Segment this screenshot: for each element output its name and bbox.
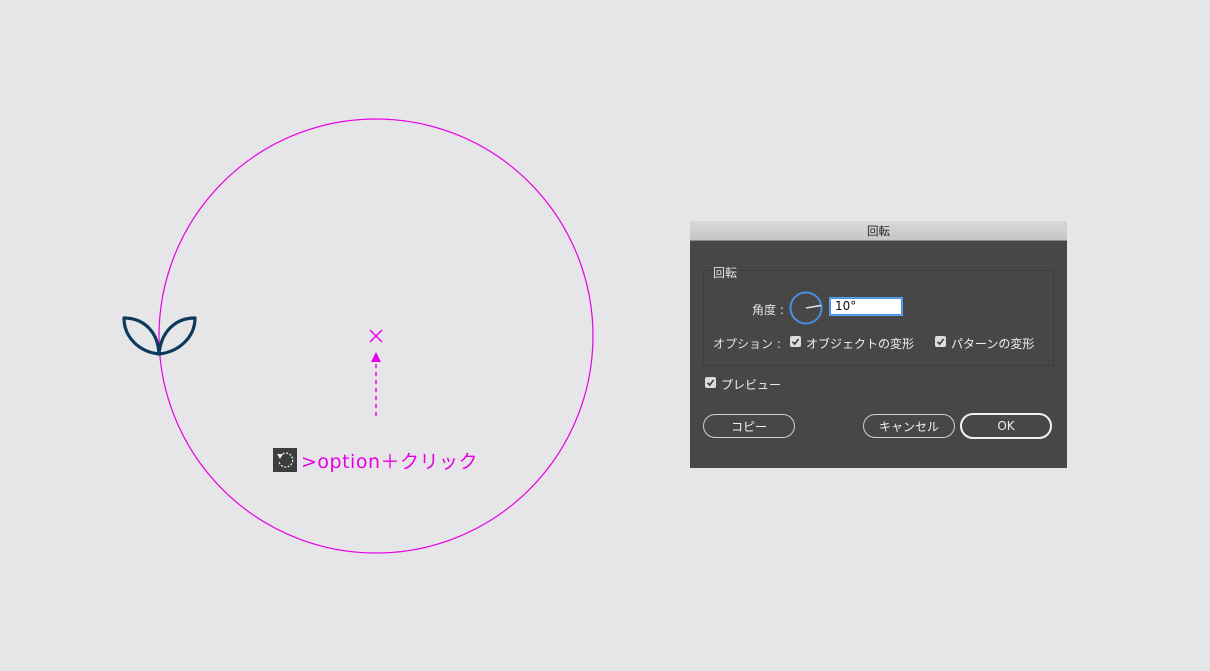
preview-label[interactable]: プレビュー xyxy=(721,376,781,393)
cancel-button[interactable]: キャンセル xyxy=(863,414,955,438)
hint-label: >option＋クリック xyxy=(273,447,478,473)
rotate-dialog: 回転 回転 角度 : 10° オプション : オブジェクトの変形 パターンの変形… xyxy=(690,221,1067,468)
transform-patterns-checkbox[interactable] xyxy=(935,336,946,347)
rotate-group-label: 回転 xyxy=(713,266,738,280)
dialog-title: 回転 xyxy=(867,223,890,238)
checkmark-icon xyxy=(936,338,945,346)
options-label: オプション : xyxy=(713,337,781,351)
ok-button[interactable]: OK xyxy=(960,413,1052,439)
dialog-titlebar[interactable]: 回転 xyxy=(690,221,1067,241)
pointer-arrow xyxy=(371,352,381,420)
checkmark-icon xyxy=(706,379,715,387)
transform-objects-label[interactable]: オブジェクトの変形 xyxy=(806,335,914,352)
transform-patterns-label[interactable]: パターンの変形 xyxy=(951,335,1034,352)
rotation-center-marker xyxy=(369,329,383,343)
checkmark-icon xyxy=(791,338,800,346)
hint-text: >option＋クリック xyxy=(301,450,479,473)
copy-button[interactable]: コピー xyxy=(703,414,795,438)
preview-checkbox[interactable] xyxy=(705,377,716,388)
angle-dial-icon[interactable] xyxy=(789,291,823,325)
angle-input[interactable]: 10° xyxy=(830,298,902,315)
rotate-tool-icon xyxy=(273,448,297,472)
transform-objects-checkbox[interactable] xyxy=(790,336,801,347)
angle-label: 角度 : xyxy=(752,303,784,317)
